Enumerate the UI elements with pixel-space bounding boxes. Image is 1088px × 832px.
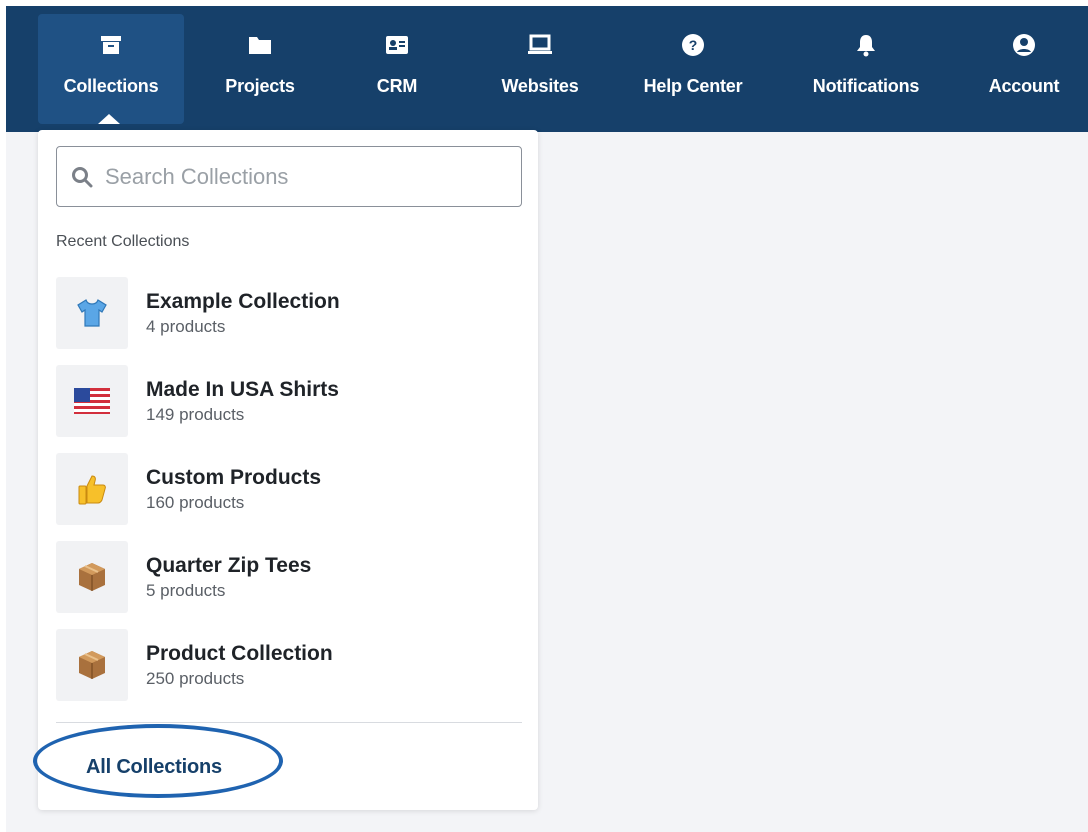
help-circle-icon: ?: [680, 32, 706, 58]
nav-collections[interactable]: Collections: [38, 14, 184, 124]
contact-card-icon: [384, 32, 410, 58]
item-subtitle: 160 products: [146, 492, 245, 512]
package-icon: [56, 629, 128, 701]
collections-dropdown: Recent Collections Example Collection 4 …: [38, 130, 538, 810]
nav-account[interactable]: Account: [974, 14, 1074, 124]
item-subtitle: 149 products: [146, 404, 245, 424]
bell-icon: [853, 32, 879, 58]
item-subtitle: 5 products: [146, 580, 226, 600]
all-collections-link[interactable]: All Collections: [86, 756, 222, 779]
search-input[interactable]: [105, 163, 505, 190]
item-subtitle: 250 products: [146, 668, 245, 688]
package-icon: [56, 541, 128, 613]
top-navbar: Collections Projects CRM Websites ? Help…: [6, 6, 1088, 132]
nav-websites[interactable]: Websites: [488, 14, 592, 124]
list-item[interactable]: Custom Products 160 products: [56, 452, 522, 526]
thumbs-up-icon: [56, 453, 128, 525]
nav-label: Websites: [501, 76, 579, 96]
shirt-icon: [56, 277, 128, 349]
nav-help-center[interactable]: ? Help Center: [626, 14, 760, 124]
divider: [56, 722, 522, 723]
list-item[interactable]: Product Collection 250 products: [56, 628, 522, 702]
list-item[interactable]: Example Collection 4 products: [56, 276, 522, 350]
dropdown-caret: [98, 114, 120, 124]
item-title: Example Collection: [146, 289, 340, 313]
item-subtitle: 4 products: [146, 316, 226, 336]
us-flag-icon: [56, 365, 128, 437]
nav-projects[interactable]: Projects: [208, 14, 312, 124]
nav-label: Projects: [225, 76, 295, 96]
section-label: Recent Collections: [56, 233, 190, 250]
item-title: Product Collection: [146, 641, 333, 665]
nav-label: Notifications: [812, 76, 920, 96]
laptop-icon: [527, 32, 553, 58]
list-item[interactable]: Made In USA Shirts 149 products: [56, 364, 522, 438]
search-icon: [71, 166, 93, 188]
nav-label: Collections: [63, 76, 159, 96]
nav-label: Help Center: [643, 76, 743, 96]
item-title: Custom Products: [146, 465, 322, 489]
nav-crm[interactable]: CRM: [362, 14, 432, 124]
nav-label: CRM: [376, 76, 418, 96]
archive-icon: [98, 32, 124, 58]
folder-icon: [247, 32, 273, 58]
item-title: Quarter Zip Tees: [146, 553, 312, 577]
item-title: Made In USA Shirts: [146, 377, 339, 401]
search-box[interactable]: [56, 146, 522, 207]
user-circle-icon: [1011, 32, 1037, 58]
svg-text:?: ?: [689, 37, 698, 53]
nav-label: Account: [988, 76, 1060, 96]
list-item[interactable]: Quarter Zip Tees 5 products: [56, 540, 522, 614]
nav-notifications[interactable]: Notifications: [794, 14, 938, 124]
